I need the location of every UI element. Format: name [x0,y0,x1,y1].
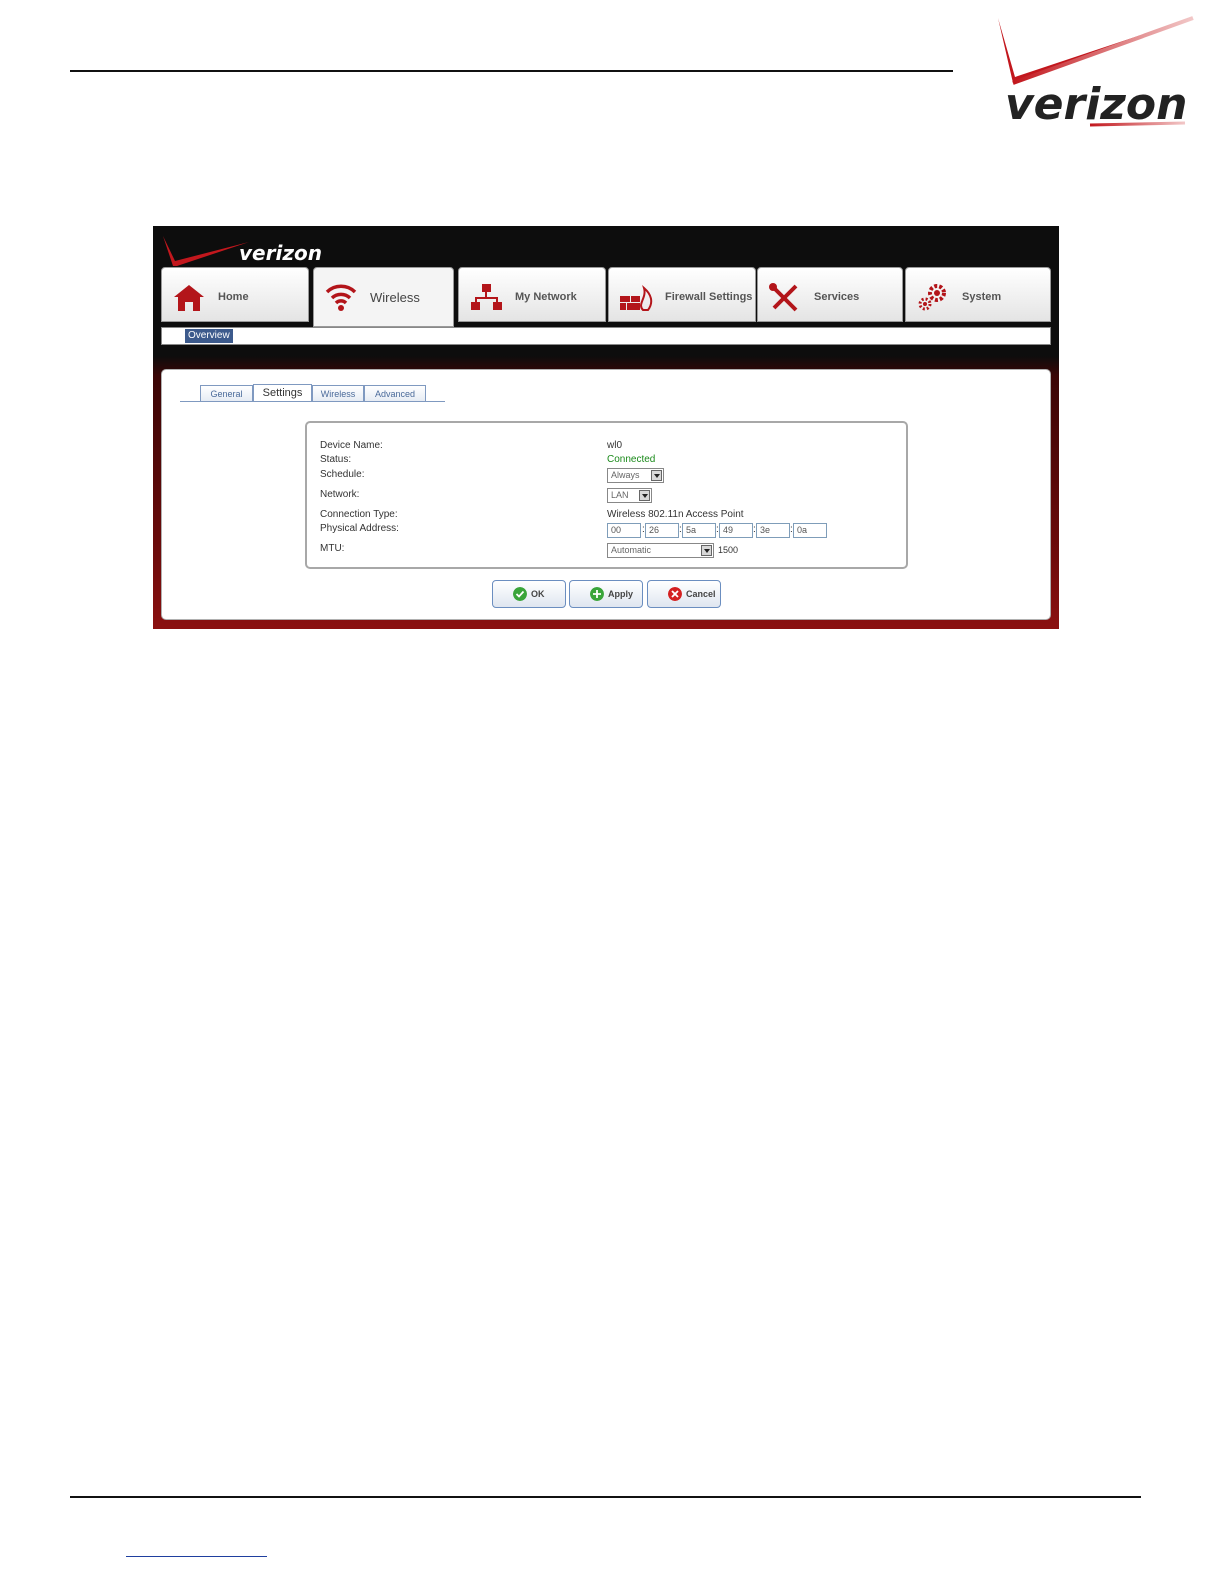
mtu-value: 1500 [718,545,739,555]
physical-address-label: Physical Address: [320,523,399,534]
subnav-bar: Overview [161,327,1051,345]
mac-octet-3[interactable]: 5a [682,523,716,538]
tab-advanced[interactable]: Advanced [364,385,426,401]
footer-rule [70,1496,1141,1498]
ok-button[interactable]: OK [492,580,566,608]
mtu-label: MTU: [320,543,345,554]
network-select[interactable]: LAN [607,488,652,503]
cancel-button[interactable]: Cancel [647,580,721,608]
check-icon [513,587,527,601]
settings-form: Device Name: wl0 Status: Connected Sched… [305,421,908,569]
schedule-select-value: Always [611,470,640,480]
nav-label-system: System [962,291,1002,303]
nav-tab-system[interactable]: System [905,267,1051,322]
network-icon [471,284,502,310]
verizon-page-logo: verizon [995,15,1195,130]
apply-button-label: Apply [608,589,634,599]
nav-label-home: Home [218,291,249,303]
nav-label-my-network: My Network [515,291,577,303]
nav-tab-home[interactable]: Home [161,267,309,322]
nav-label-wireless: Wireless [370,290,420,305]
device-name-label: Device Name: [320,440,383,451]
tools-icon [769,283,798,312]
mtu-mode-select[interactable]: Automatic [607,543,714,558]
status-label: Status: [320,454,352,465]
connection-type-label: Connection Type: [320,509,398,520]
cancel-button-label: Cancel [686,589,716,599]
ok-button-label: OK [531,589,545,599]
network-select-value: LAN [611,490,629,500]
mtu-mode-value: Automatic [611,545,652,555]
schedule-select[interactable]: Always [607,468,664,483]
chevron-down-icon [639,490,650,501]
tab-general[interactable]: General [200,385,253,401]
mac-octet-2[interactable]: 26 [645,523,679,538]
footer-link-underline[interactable] [126,1556,267,1557]
firewall-icon [620,285,653,311]
network-label: Network: [320,489,360,500]
verizon-app-logo: verizon [161,232,361,272]
schedule-label: Schedule: [320,469,365,480]
router-ui-screenshot: verizon Home Wireless My Network Firewal… [153,226,1059,629]
status-value: Connected [607,454,656,465]
mac-octet-5[interactable]: 3e [756,523,790,538]
nav-tab-wireless[interactable]: Wireless [313,267,454,327]
tab-settings[interactable]: Settings [253,384,312,402]
apply-icon [590,587,604,601]
cancel-icon [668,587,682,601]
nav-label-services: Services [814,291,860,303]
chevron-down-icon [651,470,662,481]
header-rule [70,70,953,72]
home-icon [174,285,204,311]
tab-baseline [180,401,445,402]
mac-octet-6[interactable]: 0a [793,523,827,538]
subnav-item-overview[interactable]: Overview [185,329,233,343]
svg-text:verizon: verizon [239,241,322,265]
tab-wireless[interactable]: Wireless [312,385,364,401]
mac-octet-1[interactable]: 00 [607,523,641,538]
nav-tab-services[interactable]: Services [757,267,903,322]
apply-button[interactable]: Apply [569,580,643,608]
mac-octet-4[interactable]: 49 [719,523,753,538]
nav-label-firewall-settings: Firewall Settings [665,291,753,303]
connection-type-value: Wireless 802.11n Access Point [607,509,744,520]
nav-tab-my-network[interactable]: My Network [458,267,606,322]
gears-icon [918,284,946,311]
nav-tab-firewall-settings[interactable]: Firewall Settings [608,267,756,322]
chevron-down-icon [701,545,712,556]
wifi-icon [325,284,357,311]
device-name-value: wl0 [607,440,623,451]
